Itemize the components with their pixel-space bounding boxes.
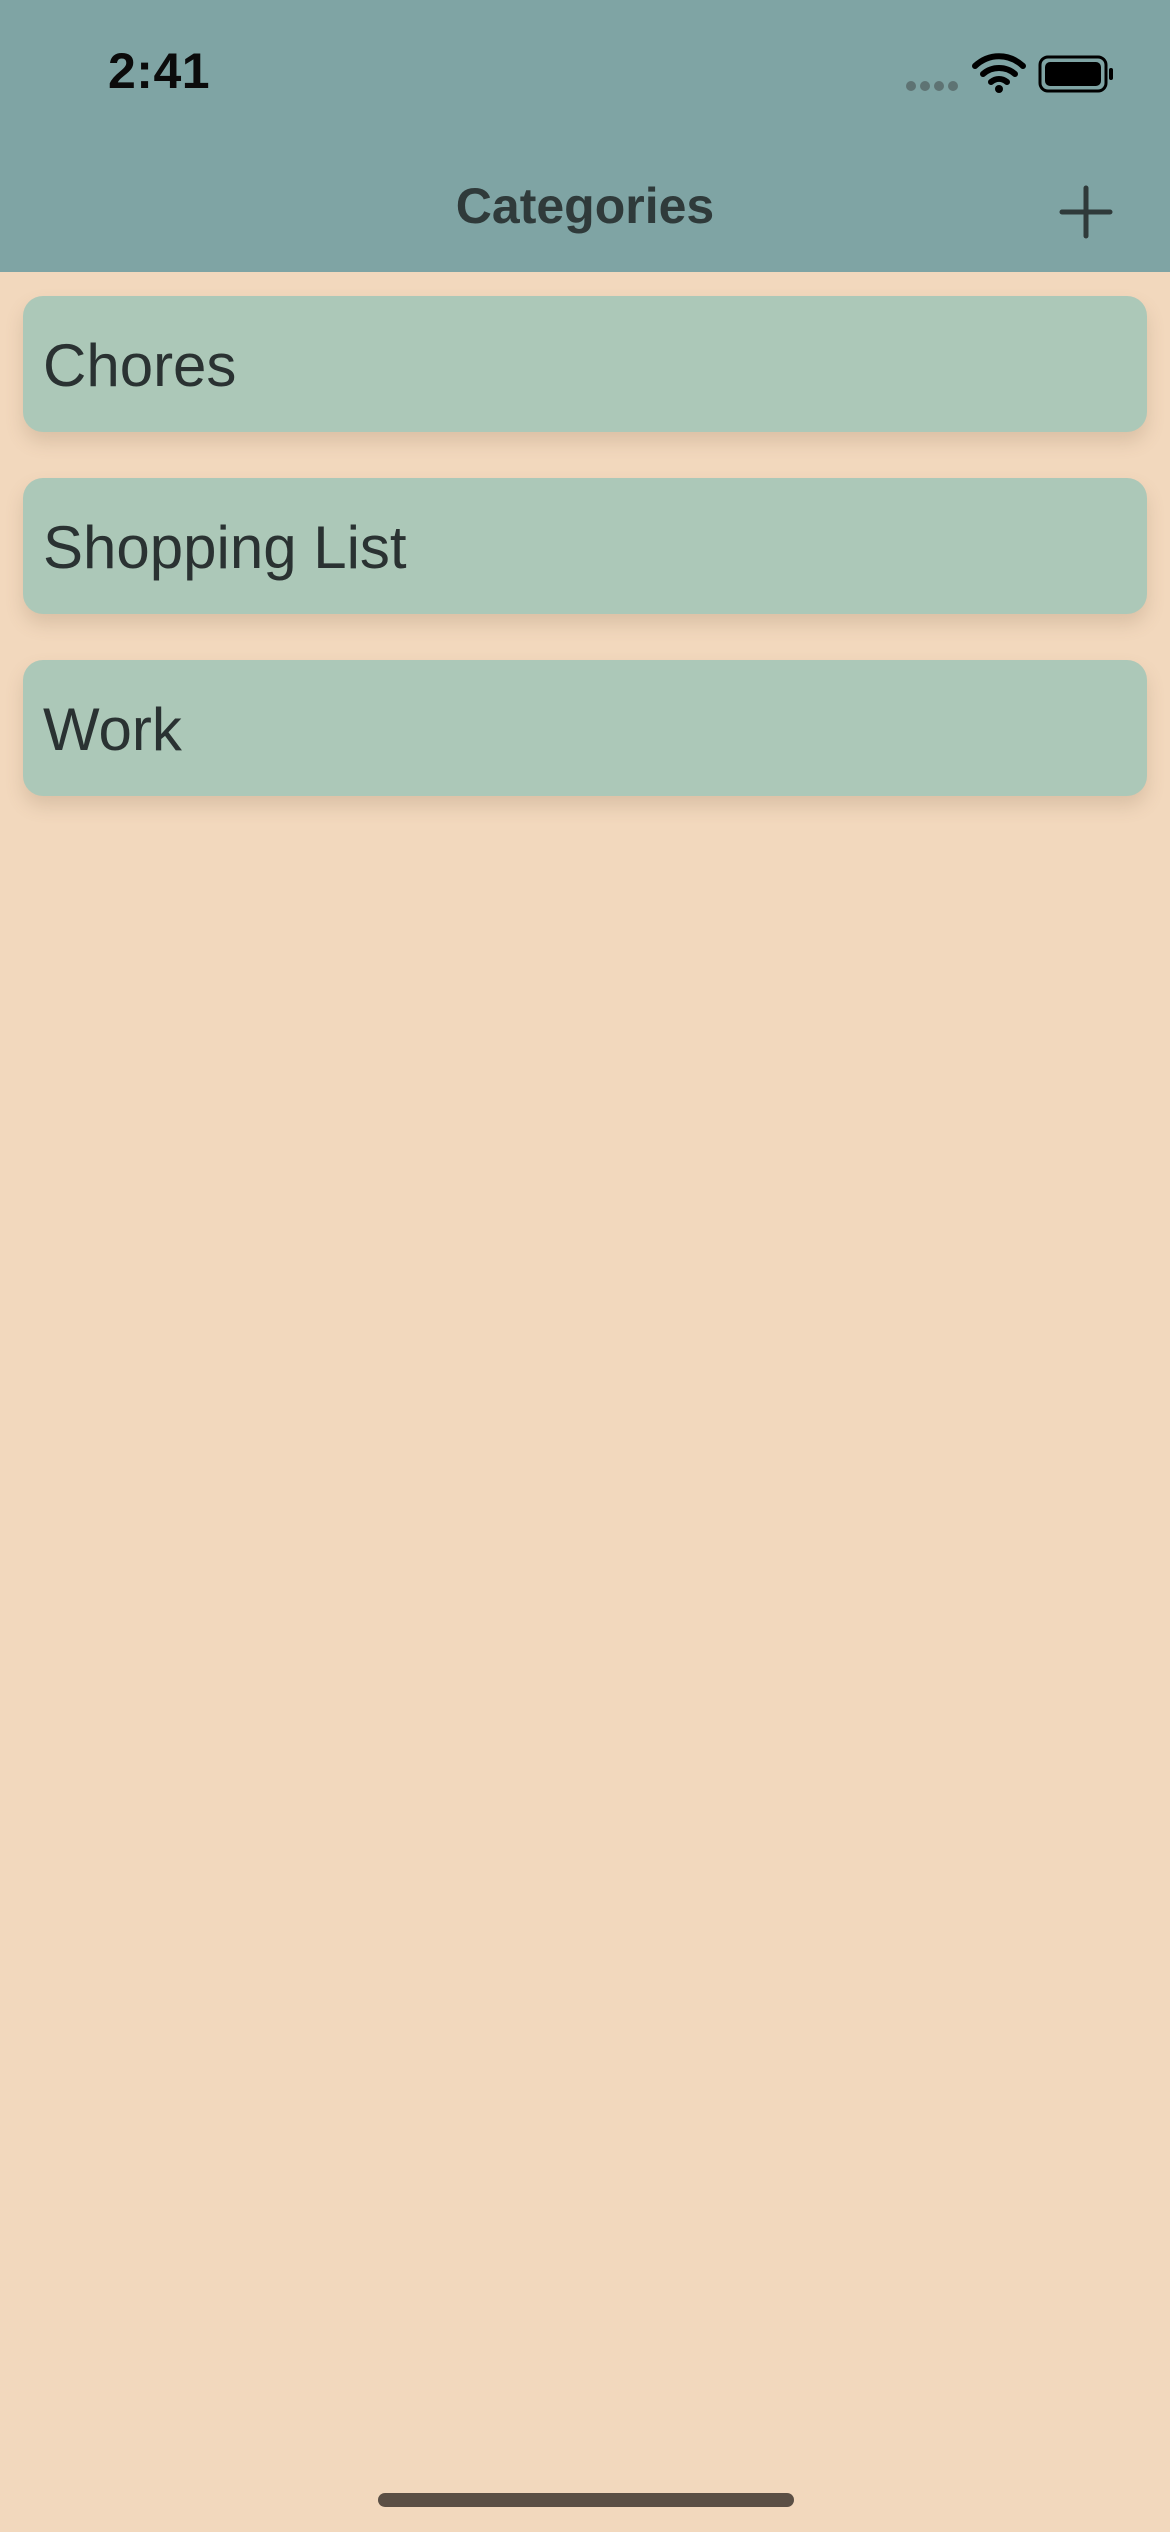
top-bar: 2:41 Categories — [0, 0, 1170, 272]
category-item-work[interactable]: Work — [23, 660, 1147, 796]
category-label: Shopping List — [43, 514, 407, 581]
wifi-icon — [972, 53, 1026, 93]
category-label: Chores — [43, 332, 237, 399]
home-indicator[interactable] — [378, 2493, 794, 2507]
battery-icon — [1038, 55, 1113, 93]
add-category-button[interactable] — [1052, 178, 1120, 246]
category-label: Work — [43, 696, 182, 763]
category-item-shopping-list[interactable]: Shopping List — [23, 478, 1147, 614]
signal-dots-icon — [906, 81, 960, 91]
category-item-chores[interactable]: Chores — [23, 296, 1147, 432]
category-list: Chores Shopping List Work — [23, 296, 1147, 842]
page-title: Categories — [455, 178, 715, 234]
status-time: 2:41 — [108, 43, 211, 99]
